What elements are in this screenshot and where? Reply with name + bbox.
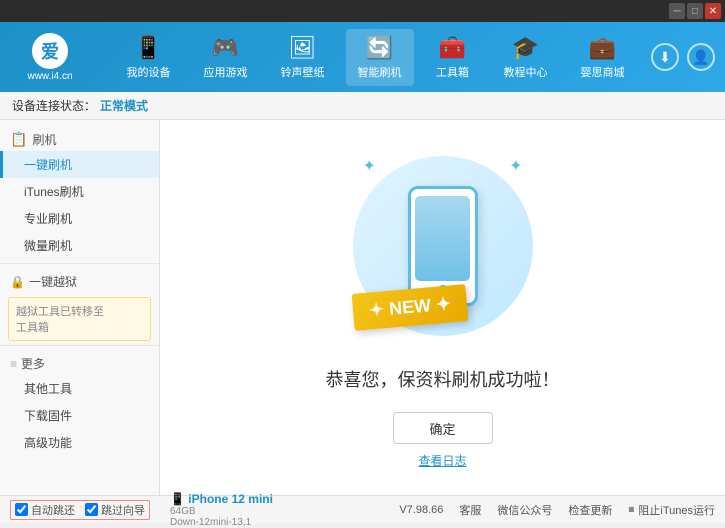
device-name-text: iPhone 12 mini	[188, 492, 273, 506]
sidebar-section-more: ≡ 更多	[0, 350, 159, 375]
baby-shop-label: 婴思商城	[581, 64, 625, 80]
close-button[interactable]: ✕	[705, 3, 721, 19]
status-label: 设备连接状态：	[12, 97, 96, 114]
sidebar-item-pro-flash[interactable]: 专业刷机	[0, 205, 159, 232]
check-update-link[interactable]: 检查更新	[568, 502, 612, 518]
flash-section-icon: 📋	[10, 131, 27, 148]
logo-area: 爱 www.i4.cn	[10, 33, 90, 82]
divider-1	[0, 263, 159, 264]
logo-icon: 爱	[32, 33, 68, 69]
device-storage: 64GB	[170, 506, 273, 517]
nav-items: 📱 我的设备 🎮 应用游戏 🖼 铃声壁纸 🔄 智能刷机 🧰 工具箱 🎓 教程中心…	[110, 29, 641, 86]
content-area: ✦ ✦ ✦ NEW ✦ 恭喜您，保资料刷机成功啦！ 确定 查看日志	[160, 120, 725, 495]
top-nav: 爱 www.i4.cn 📱 我的设备 🎮 应用游戏 🖼 铃声壁纸 🔄 智能刷机 …	[0, 22, 725, 92]
restart-link[interactable]: 查看日志	[418, 452, 466, 469]
logo-char: 爱	[41, 38, 59, 64]
baby-shop-icon: 💼	[589, 35, 616, 61]
jailbreak-warning: 越狱工具已转移至 工具箱	[8, 297, 151, 341]
apps-label: 应用游戏	[204, 64, 248, 80]
phone-icon-small: 📱	[170, 492, 188, 506]
nav-my-device[interactable]: 📱 我的设备	[115, 29, 183, 86]
sidebar-item-download-firmware[interactable]: 下载固件	[0, 402, 159, 429]
more-icon: ≡	[10, 357, 17, 371]
lock-icon: 🔒	[10, 275, 25, 289]
bottom-left: 自动跳还 跳过向导 📱 iPhone 12 mini 64GB Down-12m…	[10, 492, 273, 528]
title-bar: ─ □ ✕	[0, 0, 725, 22]
wechat-public-link[interactable]: 微信公众号	[497, 502, 552, 518]
apps-icon: 🎮	[212, 35, 239, 61]
nav-tutorial[interactable]: 🎓 教程中心	[492, 29, 560, 86]
jailbreak-section-label: 一键越狱	[29, 273, 77, 290]
bottom-right: V7.98.66 客服 微信公众号 检查更新	[399, 502, 612, 518]
toolbox-label: 工具箱	[436, 64, 469, 80]
phone-screen	[415, 196, 470, 281]
status-value: 正常模式	[100, 97, 148, 114]
sidebar-item-backup-flash[interactable]: 微量刷机	[0, 232, 159, 259]
main-area: 📋 刷机 一键刷机 iTunes刷机 专业刷机 微量刷机 🔒 一键越狱 越狱工具…	[0, 120, 725, 495]
sidebar-item-one-key-flash[interactable]: 一键刷机	[0, 151, 159, 178]
success-text: 恭喜您，保资料刷机成功啦！	[326, 366, 560, 392]
status-bar: 设备连接状态： 正常模式	[0, 92, 725, 120]
logo-url: www.i4.cn	[27, 71, 72, 82]
confirm-button[interactable]: 确定	[393, 412, 493, 444]
auto-jump-checkbox[interactable]: 自动跳还	[15, 502, 75, 518]
wallpaper-icon: 🖼	[289, 35, 317, 61]
sidebar: 📋 刷机 一键刷机 iTunes刷机 专业刷机 微量刷机 🔒 一键越狱 越狱工具…	[0, 120, 160, 495]
nav-wallpaper[interactable]: 🖼 铃声壁纸	[269, 29, 337, 86]
sidebar-section-flash: 📋 刷机	[0, 126, 159, 151]
maximize-button[interactable]: □	[687, 3, 703, 19]
device-name: 📱 iPhone 12 mini	[170, 492, 273, 506]
skip-wizard-label: 跳过向导	[101, 502, 145, 518]
customer-service-link[interactable]: 客服	[459, 502, 481, 518]
sidebar-item-itunes-flash[interactable]: iTunes刷机	[0, 178, 159, 205]
toolbox-icon: 🧰	[439, 35, 466, 61]
itunes-status: ⏹ 阻止iTunes运行	[628, 502, 715, 518]
smart-shop-icon: 🔄	[366, 35, 393, 61]
sidebar-section-jailbreak: 🔒 一键越狱	[0, 268, 159, 293]
tutorial-label: 教程中心	[504, 64, 548, 80]
itunes-status-text: 阻止iTunes运行	[638, 502, 715, 518]
minimize-button[interactable]: ─	[669, 3, 685, 19]
more-section-label: 更多	[21, 355, 45, 372]
checkbox-area: 自动跳还 跳过向导	[10, 500, 150, 520]
bottom-bar: 自动跳还 跳过向导 📱 iPhone 12 mini 64GB Down-12m…	[0, 495, 725, 523]
sparkle-top-left: ✦	[363, 156, 376, 176]
nav-right: ⬇ 👤	[651, 43, 715, 71]
phone-illustration: ✦ ✦ ✦ NEW ✦	[343, 146, 543, 346]
divider-2	[0, 345, 159, 346]
my-device-label: 我的设备	[127, 64, 171, 80]
jailbreak-warning-text: 越狱工具已转移至 工具箱	[16, 306, 104, 334]
download-button[interactable]: ⬇	[651, 43, 679, 71]
wallpaper-label: 铃声壁纸	[281, 64, 325, 80]
nav-apps[interactable]: 🎮 应用游戏	[192, 29, 260, 86]
flash-section-label: 刷机	[32, 131, 56, 148]
tutorial-icon: 🎓	[512, 35, 539, 61]
user-button[interactable]: 👤	[687, 43, 715, 71]
auto-jump-label: 自动跳还	[31, 502, 75, 518]
version-label: V7.98.66	[399, 504, 443, 516]
skip-wizard-checkbox[interactable]: 跳过向导	[85, 502, 145, 518]
nav-baby-shop[interactable]: 💼 婴思商城	[569, 29, 637, 86]
sparkle-top-right: ✦	[509, 156, 522, 176]
device-version: Down-12mini-13,1	[170, 517, 273, 528]
my-device-icon: 📱	[135, 35, 162, 61]
device-info: 📱 iPhone 12 mini 64GB Down-12mini-13,1	[170, 492, 273, 528]
sidebar-item-advanced[interactable]: 高级功能	[0, 429, 159, 456]
sidebar-item-other-tools[interactable]: 其他工具	[0, 375, 159, 402]
nav-smart-shop[interactable]: 🔄 智能刷机	[346, 29, 414, 86]
skip-wizard-input[interactable]	[85, 503, 98, 516]
smart-shop-label: 智能刷机	[358, 64, 402, 80]
nav-toolbox[interactable]: 🧰 工具箱	[423, 29, 483, 86]
auto-jump-input[interactable]	[15, 503, 28, 516]
itunes-icon: ⏹	[628, 502, 634, 517]
